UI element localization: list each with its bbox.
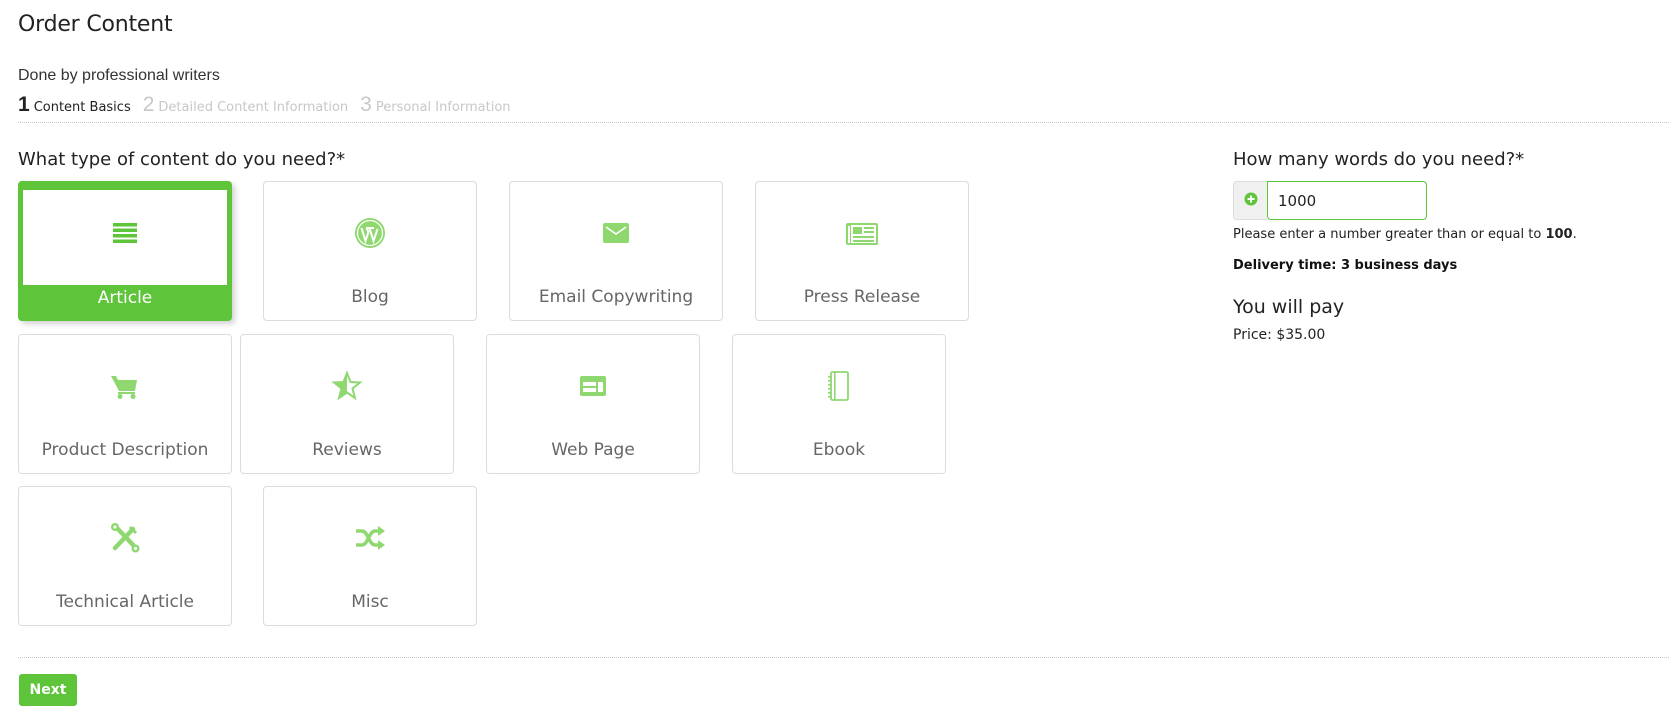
step-personal-information[interactable]: 3 Personal Information xyxy=(360,93,510,117)
content-option-label: Reviews xyxy=(312,440,382,460)
newspaper-icon xyxy=(845,216,879,250)
divider xyxy=(18,657,1669,658)
delivery-time: Delivery time: 3 business days xyxy=(1233,258,1458,273)
content-option-label: Blog xyxy=(351,287,389,307)
step-number: 2 xyxy=(142,93,155,116)
content-option-label: Technical Article xyxy=(55,592,194,612)
step-label: Personal Information xyxy=(375,100,511,115)
content-option-email-copywriting[interactable]: Email Copywriting xyxy=(509,181,723,321)
words-question: How many words do you need?* xyxy=(1233,149,1525,170)
content-option-misc[interactable]: Misc xyxy=(263,486,477,626)
content-option-label: Article xyxy=(97,288,153,308)
envelope-icon xyxy=(599,216,633,250)
step-number: 3 xyxy=(360,93,372,116)
content-type-question: What type of content do you need?* xyxy=(18,149,346,170)
word-count-hint: Please enter a number greater than or eq… xyxy=(1233,227,1577,242)
word-count-group xyxy=(1233,181,1427,220)
step-number: 1 xyxy=(18,93,30,116)
content-option-label: Email Copywriting xyxy=(538,287,694,307)
list-lines-icon xyxy=(108,215,142,249)
hint-text: Please enter a number greater than or eq… xyxy=(1233,227,1546,242)
wrench-screwdriver-icon xyxy=(108,521,142,555)
content-option-blog[interactable]: Blog xyxy=(263,181,477,321)
shopping-cart-icon xyxy=(108,369,142,403)
content-option-ebook[interactable]: Ebook xyxy=(732,334,946,474)
page-subtitle: Done by professional writers xyxy=(18,67,220,84)
page-title: Order Content xyxy=(18,12,173,37)
notebook-icon xyxy=(822,369,856,403)
content-option-label: Web Page xyxy=(551,440,635,460)
word-count-input[interactable] xyxy=(1267,181,1427,220)
divider xyxy=(18,122,1669,123)
half-star-icon xyxy=(330,369,364,403)
hint-min-value: 100 xyxy=(1545,227,1573,242)
web-layout-icon xyxy=(576,369,610,403)
step-label: Content Basics xyxy=(33,100,131,115)
content-option-web-page[interactable]: Web Page xyxy=(486,334,700,474)
price-value: Price: $35.00 xyxy=(1233,327,1326,343)
next-button[interactable]: Next xyxy=(19,674,77,706)
content-option-reviews[interactable]: Reviews xyxy=(240,334,454,474)
content-option-label: Misc xyxy=(351,592,389,612)
step-label: Detailed Content Information xyxy=(158,100,349,115)
content-option-label: Ebook xyxy=(812,440,866,460)
content-option-article[interactable]: Article xyxy=(18,181,232,321)
shuffle-icon xyxy=(353,521,387,555)
content-option-label: Product Description xyxy=(41,440,209,460)
wordpress-icon xyxy=(353,216,387,250)
hint-suffix: . xyxy=(1572,227,1577,242)
step-detailed-content-information[interactable]: 2 Detailed Content Information xyxy=(143,93,348,117)
content-option-label: Press Release xyxy=(803,287,921,307)
content-option-product-description[interactable]: Product Description xyxy=(18,334,232,474)
increment-button[interactable] xyxy=(1233,181,1267,220)
content-option-press-release[interactable]: Press Release xyxy=(755,181,969,321)
step-content-basics[interactable]: 1 Content Basics xyxy=(18,93,131,117)
payment-title: You will pay xyxy=(1233,296,1345,318)
step-indicator: 1 Content Basics 2 Detailed Content Info… xyxy=(18,93,511,117)
plus-circle-icon xyxy=(1244,191,1258,210)
content-option-technical-article[interactable]: Technical Article xyxy=(18,486,232,626)
